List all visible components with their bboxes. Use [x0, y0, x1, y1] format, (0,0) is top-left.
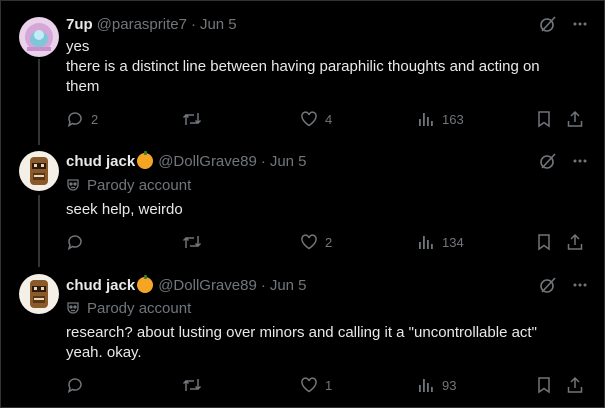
share-button[interactable] — [566, 232, 584, 252]
bookmark-icon — [538, 234, 550, 251]
action-bar: 2 134 — [66, 232, 586, 252]
share-icon — [567, 110, 583, 127]
share-icon — [567, 233, 583, 250]
like-icon — [301, 111, 317, 127]
tweet-text: research? about lusting over minors and … — [66, 323, 576, 363]
like-button[interactable]: 2 — [300, 232, 332, 252]
tweet-text-line: seek help, weirdo — [66, 201, 183, 218]
user-handle[interactable]: @DollGrave89 — [158, 277, 257, 294]
parody-text: Parody account — [87, 176, 192, 194]
views-icon — [419, 113, 433, 126]
reply-button[interactable] — [66, 375, 91, 395]
orange-emoji-icon — [137, 151, 154, 169]
tweet-date[interactable]: Jun 5 — [200, 16, 237, 33]
more-icon[interactable] — [572, 277, 588, 293]
grok-icon[interactable] — [538, 275, 558, 295]
orange-emoji-icon — [137, 275, 154, 293]
more-icon[interactable] — [572, 153, 588, 169]
share-button[interactable] — [566, 375, 584, 395]
reply-count: 2 — [91, 111, 99, 127]
views-count: 134 — [442, 234, 464, 250]
parody-text: Parody account — [87, 299, 192, 317]
views-icon — [419, 379, 433, 392]
bookmark-icon — [538, 377, 550, 394]
retweet-button[interactable] — [182, 109, 209, 129]
tweet-text: yes there is a distinct line between hav… — [66, 37, 576, 97]
grok-icon[interactable] — [538, 151, 558, 171]
views-count: 93 — [442, 377, 457, 393]
separator: · — [190, 15, 196, 33]
avatar[interactable] — [19, 151, 59, 191]
tweet-text-line: them — [66, 78, 100, 95]
parody-mask-icon — [67, 302, 79, 314]
tweet-2[interactable]: chud jack @DollGrave89 · Jun 5 Parody ac… — [1, 141, 605, 266]
like-icon — [301, 234, 317, 250]
display-name[interactable]: chud jack — [66, 153, 135, 170]
tweet-header: chud jack @DollGrave89 · Jun 5 — [66, 275, 307, 295]
views-icon — [419, 236, 433, 249]
tweet-header: 7up @parasprite7 · Jun 5 — [66, 14, 237, 34]
tweet-text-line: there is a distinct line between having … — [66, 58, 540, 75]
display-name[interactable]: chud jack — [66, 277, 135, 294]
retweet-icon — [182, 379, 202, 391]
reply-button[interactable] — [66, 232, 91, 252]
reply-button[interactable]: 2 — [66, 109, 98, 129]
grok-icon[interactable] — [538, 14, 558, 34]
tweet-text: seek help, weirdo — [66, 200, 576, 220]
user-handle[interactable]: @DollGrave89 — [158, 153, 257, 170]
share-button[interactable] — [566, 109, 584, 129]
reply-icon — [67, 235, 82, 251]
action-bar: 1 93 — [66, 375, 586, 395]
like-count: 4 — [325, 111, 333, 127]
bookmark-button[interactable] — [535, 109, 553, 129]
parody-mask-icon — [67, 179, 79, 191]
tweet-text-line: yeah. okay. — [66, 344, 142, 361]
more-icon[interactable] — [572, 16, 588, 32]
share-icon — [567, 376, 583, 393]
tweet-top-actions — [538, 151, 588, 171]
views-button[interactable]: 93 — [417, 375, 456, 395]
like-button[interactable]: 1 — [300, 375, 332, 395]
like-count: 1 — [325, 377, 333, 393]
views-count: 163 — [442, 111, 464, 127]
like-count: 2 — [325, 234, 333, 250]
tweet-header: chud jack @DollGrave89 · Jun 5 — [66, 151, 307, 171]
user-handle[interactable]: @parasprite7 — [97, 16, 187, 33]
tweet-top-actions — [538, 275, 588, 295]
avatar[interactable] — [19, 274, 59, 314]
bookmark-icon — [538, 111, 550, 128]
separator: · — [260, 276, 266, 294]
like-icon — [301, 377, 317, 393]
separator: · — [260, 152, 266, 170]
bookmark-button[interactable] — [535, 375, 553, 395]
retweet-button[interactable] — [182, 232, 209, 252]
views-button[interactable]: 163 — [417, 109, 464, 129]
display-name[interactable]: 7up — [66, 16, 93, 33]
bookmark-button[interactable] — [535, 232, 553, 252]
retweet-icon — [182, 113, 202, 125]
parody-label: Parody account — [66, 298, 191, 318]
avatar[interactable] — [19, 17, 59, 57]
reply-icon — [67, 112, 82, 128]
tweet-text-line: research? about lusting over minors and … — [66, 324, 537, 341]
thread-container: 7up @parasprite7 · Jun 5 yes there is a … — [0, 0, 605, 408]
views-button[interactable]: 134 — [417, 232, 464, 252]
tweet-1[interactable]: 7up @parasprite7 · Jun 5 yes there is a … — [1, 1, 605, 141]
tweet-date[interactable]: Jun 5 — [270, 153, 307, 170]
tweet-text-line: yes — [66, 38, 90, 55]
retweet-icon — [182, 236, 202, 248]
reply-icon — [67, 378, 82, 394]
tweet-date[interactable]: Jun 5 — [270, 277, 307, 294]
tweet-top-actions — [538, 14, 588, 34]
tweet-3[interactable]: chud jack @DollGrave89 · Jun 5 Parody ac… — [1, 266, 605, 408]
action-bar: 2 4 163 — [66, 109, 586, 129]
retweet-button[interactable] — [182, 375, 209, 395]
like-button[interactable]: 4 — [300, 109, 332, 129]
parody-label: Parody account — [66, 175, 191, 195]
